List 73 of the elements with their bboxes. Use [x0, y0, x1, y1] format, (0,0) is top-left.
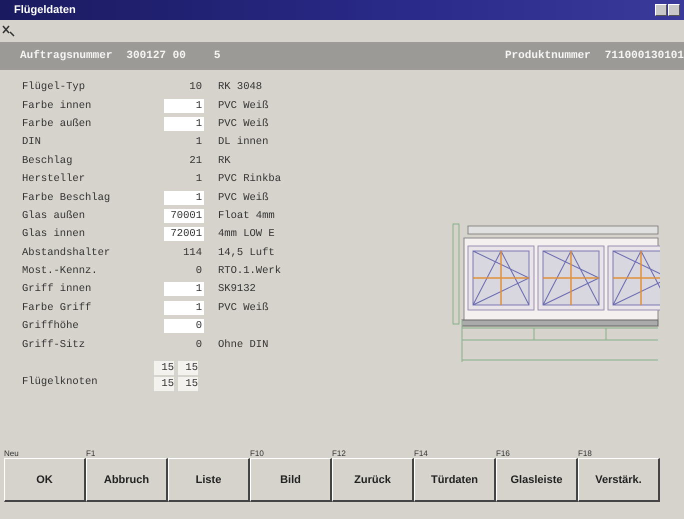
minimize-button[interactable]	[655, 4, 667, 16]
field-value: 1	[194, 135, 203, 150]
field-description: PVC Weiß	[218, 192, 270, 204]
field-label: Farbe Griff	[22, 302, 92, 314]
field-description: PVC Weiß	[218, 302, 270, 314]
function-button[interactable]: OK	[4, 458, 86, 502]
field-value: 21	[188, 154, 203, 168]
key-hint: F14	[414, 449, 428, 458]
field-label: Flügelknoten	[22, 374, 99, 388]
tool-icon[interactable]	[2, 24, 16, 38]
input-field[interactable]: 15	[154, 360, 174, 375]
input-field[interactable]: 70001	[164, 208, 204, 223]
input-field[interactable]: 1	[164, 282, 204, 296]
field-description: Ohne DIN	[218, 338, 270, 351]
field-description: RTO.1.Werk	[218, 265, 282, 278]
function-button[interactable]: Zurück	[332, 458, 414, 502]
field-value: 10	[188, 80, 203, 94]
key-hint: F12	[332, 449, 346, 458]
field-value: 114	[182, 246, 203, 260]
field-label: DIN	[22, 136, 42, 148]
input-field[interactable]: 1	[164, 98, 204, 113]
field-label: Flügel-Typ	[22, 81, 86, 94]
field-description: DL innen	[218, 136, 270, 148]
order-number: 300127 00	[126, 50, 186, 62]
field-description: PVC Weiß	[218, 100, 270, 112]
input-field[interactable]: 15	[154, 376, 174, 391]
key-hint: F18	[578, 449, 592, 458]
field-description: PVC Weiß	[218, 118, 270, 130]
field-description: 4mm LOW E	[218, 228, 276, 240]
function-button[interactable]: Verstärk.	[578, 458, 660, 502]
field-label: Griffhöhe	[22, 320, 80, 332]
field-description: RK 3048	[218, 81, 264, 94]
function-button[interactable]: Türdaten	[414, 458, 496, 502]
field-label: Glas innen	[22, 228, 86, 240]
field-description: RK	[218, 154, 232, 167]
input-field[interactable]: 1	[164, 116, 204, 131]
field-description: SK9132	[218, 283, 257, 296]
key-hint: F10	[250, 449, 264, 458]
input-field[interactable]: 1	[164, 190, 204, 205]
field-label: Farbe außen	[22, 118, 92, 130]
field-label: Farbe innen	[22, 100, 92, 112]
field-label: Farbe Beschlag	[22, 192, 112, 204]
input-field[interactable]: 15	[178, 376, 198, 391]
key-hint: Neu	[4, 449, 19, 458]
field-description: PVC Rinkba	[218, 173, 282, 186]
field-label: Hersteller	[22, 173, 86, 186]
function-button[interactable]: Glasleiste	[496, 458, 578, 502]
function-button[interactable]: Abbruch	[86, 458, 168, 502]
field-description: 14,5 Luft	[218, 246, 276, 259]
field-label: Most.-Kennz.	[22, 265, 99, 278]
function-button[interactable]: Liste	[168, 458, 250, 502]
field-value: 0	[194, 264, 203, 278]
input-field[interactable]: 1	[164, 300, 204, 315]
field-label: Griff-Sitz	[22, 338, 86, 351]
field-value: 1	[194, 172, 203, 186]
input-field[interactable]: 0	[164, 319, 204, 334]
close-button[interactable]	[668, 4, 680, 16]
field-description: Float 4mm	[218, 210, 276, 222]
field-value: 0	[194, 338, 203, 352]
field-label: Griff innen	[22, 283, 92, 296]
product-label: Produktnummer	[504, 50, 591, 62]
product-number: 711000130101	[604, 50, 684, 62]
window-title: Flügeldaten	[14, 4, 76, 16]
order-label: Auftragsnummer	[20, 50, 112, 62]
field-label: Glas außen	[22, 210, 86, 222]
function-button[interactable]: Bild	[250, 458, 332, 502]
field-label: Abstandshalter	[22, 246, 112, 259]
input-field[interactable]: 72001	[164, 227, 204, 242]
field-label: Beschlag	[22, 154, 74, 167]
input-field[interactable]: 15	[178, 360, 198, 375]
key-hint: F1	[86, 449, 96, 458]
key-hint: F16	[496, 449, 510, 458]
order-position: 5	[214, 50, 220, 62]
